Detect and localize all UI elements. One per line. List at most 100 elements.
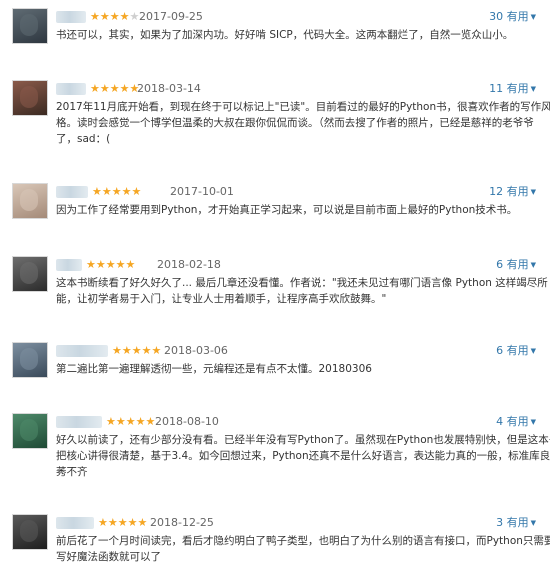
avatar-face (20, 86, 38, 108)
review-content: 前后花了一个月时间读完，看后才隐约明白了鸭子类型，也明白了为什么别的语言有接口，… (56, 533, 550, 565)
star-icon: ★ (117, 516, 128, 529)
star-icon: ★ (115, 415, 126, 428)
star-icon: ★ (86, 258, 96, 271)
star-rating: ★★★★★ (90, 9, 139, 25)
useful-vote-count: 6 有用 (496, 258, 529, 271)
review-content: 2017年11月底开始看，到现在终于可以标记上"已读"。目前看过的最好的Pyth… (56, 99, 550, 147)
review-text-line: 了，sad：( (56, 133, 111, 145)
useful-vote-link[interactable]: 6 有用 ▼ (496, 257, 536, 273)
avatar-face (20, 14, 38, 36)
review-date: 2018-03-14 (137, 82, 201, 95)
review-content: 这本书断续看了好久好久了... 最后几章还没看懂。作者说："我还未见过有哪门语言… (56, 275, 548, 307)
star-rating: ★★★★★ (98, 515, 147, 531)
username-blurred[interactable] (56, 11, 86, 23)
caret-down-icon[interactable]: ▼ (531, 418, 536, 426)
star-icon: ★ (137, 516, 148, 529)
useful-vote-link[interactable]: 4 有用 ▼ (496, 414, 536, 430)
review-content: 书还可以，其实，如果为了加深内功。好好啃 SICP，代码大全。这两本翻烂了，自然… (56, 27, 542, 43)
star-rating: ★★★★★ (92, 184, 141, 200)
caret-down-icon[interactable]: ▼ (531, 13, 536, 21)
star-icon: ★ (112, 344, 122, 357)
avatar[interactable] (12, 342, 48, 378)
review-text-line: 书还可以，其实，如果为了加深内功。好好啃 SICP，代码大全。这两本翻烂了，自然… (56, 29, 514, 41)
star-icon: ★ (127, 516, 138, 529)
avatar[interactable] (12, 80, 48, 116)
star-icon: ★ (119, 82, 130, 95)
review-date: 2017-09-25 (139, 10, 203, 23)
star-icon: ★ (109, 82, 120, 95)
star-icon: ★ (131, 185, 142, 198)
caret-down-icon[interactable]: ▼ (531, 347, 536, 355)
review-content: 因为工作了经常要用到Python，才开始真正学习起来，可以说是目前市面上最好的P… (56, 202, 542, 218)
useful-vote-link[interactable]: 30 有用 ▼ (489, 9, 536, 25)
review-text-line: 第二遍比第一遍理解透彻一些，元编程还是有点不太懂。20180306 (56, 363, 372, 375)
review-text-line: 前后花了一个月时间读完，看后才隐约明白了鸭子类型，也明白了为什么别的语言有接口，… (56, 535, 550, 547)
useful-vote-link[interactable]: 3 有用 ▼ (496, 515, 536, 531)
star-icon: ★ (121, 185, 132, 198)
star-icon: ★ (98, 516, 108, 529)
star-rating: ★★★★★ (106, 414, 155, 430)
username-blurred[interactable] (56, 345, 108, 357)
star-icon: ★ (135, 415, 146, 428)
useful-vote-link[interactable]: 11 有用 ▼ (489, 81, 536, 97)
username-blurred[interactable] (56, 83, 86, 95)
useful-vote-count: 3 有用 (496, 516, 529, 529)
star-rating: ★★★★★ (90, 81, 139, 97)
useful-vote-count: 30 有用 (489, 10, 529, 23)
review-date: 2018-03-06 (164, 344, 228, 357)
star-icon: ★ (101, 185, 112, 198)
useful-vote-link[interactable]: 6 有用 ▼ (496, 343, 536, 359)
star-rating: ★★★★★ (86, 257, 135, 273)
caret-down-icon[interactable]: ▼ (531, 85, 536, 93)
star-icon: ★ (111, 185, 122, 198)
review-text-line: 好久以前读了，还有少部分没有看。已经半年没有写Python了。虽然现在Pytho… (56, 434, 550, 446)
username-blurred[interactable] (56, 517, 94, 529)
star-icon: ★ (141, 344, 152, 357)
review-text-line: 能，让初学者易于入门，让专业人士用着顺手，让程序高手欢欣鼓舞。" (56, 293, 387, 305)
avatar-face (20, 262, 38, 284)
avatar-face (20, 348, 38, 370)
avatar[interactable] (12, 8, 48, 44)
username-blurred[interactable] (56, 416, 102, 428)
star-icon: ★ (92, 185, 102, 198)
caret-down-icon[interactable]: ▼ (531, 188, 536, 196)
star-icon: ★ (107, 516, 118, 529)
review-text-line: 因为工作了经常要用到Python，才开始真正学习起来，可以说是目前市面上最好的P… (56, 204, 518, 216)
star-icon: ★ (99, 82, 110, 95)
username-blurred[interactable] (56, 259, 82, 271)
review-date: 2018-08-10 (155, 415, 219, 428)
username-blurred[interactable] (56, 186, 88, 198)
review-date: 2017-10-01 (170, 185, 234, 198)
caret-down-icon[interactable]: ▼ (531, 261, 536, 269)
star-icon: ★ (125, 415, 136, 428)
star-icon: ★ (90, 10, 100, 23)
star-icon: ★ (90, 82, 100, 95)
review-text-line: 写好魔法函数就可以了 (56, 551, 161, 563)
avatar-face (20, 189, 38, 211)
review-date: 2018-12-25 (150, 516, 214, 529)
useful-vote-count: 6 有用 (496, 344, 529, 357)
star-icon: ★ (151, 344, 162, 357)
review-content: 第二遍比第一遍理解透彻一些，元编程还是有点不太懂。20180306 (56, 361, 542, 377)
review-content: 好久以前读了，还有少部分没有看。已经半年没有写Python了。虽然现在Pytho… (56, 432, 550, 480)
review-text-line: 莠不齐 (56, 466, 88, 478)
avatar[interactable] (12, 256, 48, 292)
review-text-line: 2017年11月底开始看，到现在终于可以标记上"已读"。目前看过的最好的Pyth… (56, 101, 550, 113)
review-text-line: 格。读时会感觉一个博学但温柔的大叔在跟你侃侃而谈。（然而去搜了作者的照片，已经是… (56, 117, 534, 129)
useful-vote-count: 11 有用 (489, 82, 529, 95)
useful-vote-count: 12 有用 (489, 185, 529, 198)
star-icon: ★ (125, 258, 136, 271)
useful-vote-link[interactable]: 12 有用 ▼ (489, 184, 536, 200)
star-icon: ★ (119, 10, 130, 23)
avatar[interactable] (12, 183, 48, 219)
caret-down-icon[interactable]: ▼ (531, 519, 536, 527)
star-icon: ★ (131, 344, 142, 357)
star-icon: ★ (115, 258, 126, 271)
avatar[interactable] (12, 413, 48, 449)
avatar-face (20, 520, 38, 542)
review-date: 2018-02-18 (157, 258, 221, 271)
star-icon: ★ (106, 415, 116, 428)
useful-vote-count: 4 有用 (496, 415, 529, 428)
review-text-line: 把核心讲得很清楚，基于3.4。如今回想过来，Python还真不是什么好语言，表达… (56, 450, 550, 462)
avatar[interactable] (12, 514, 48, 550)
